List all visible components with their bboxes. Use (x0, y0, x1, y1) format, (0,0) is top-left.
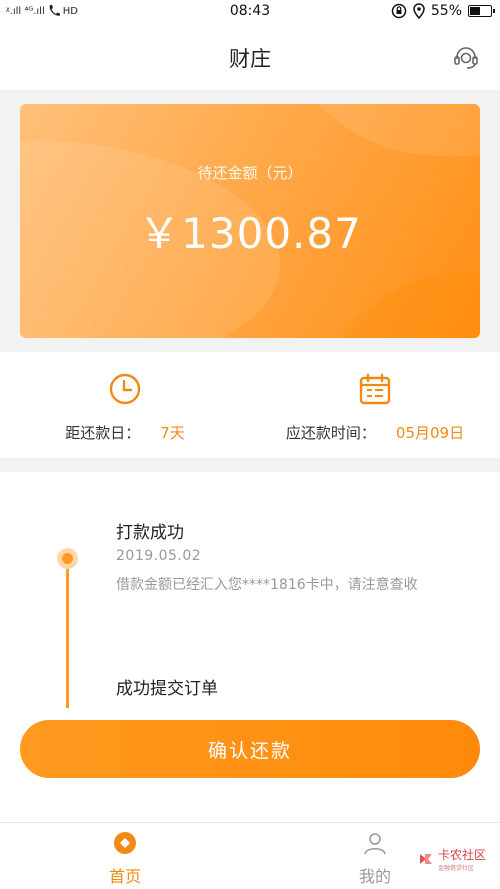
calendar-icon (359, 373, 391, 405)
customer-service-icon[interactable] (452, 44, 480, 72)
watermark-sub: 金融借贷社区 (437, 865, 474, 872)
location-icon (413, 3, 425, 19)
battery-icon (468, 5, 495, 17)
nav-bar: 财庄 (0, 26, 500, 90)
step-1-title: 打款成功 (116, 523, 184, 543)
days-remaining: 距还款日： 7天 (0, 352, 250, 458)
date-label: 应还款时间： (285, 424, 376, 442)
battery-percent: 55% (430, 3, 462, 19)
due-date: 应还款时间： 05月09日 (250, 352, 500, 458)
status-right: 55% (391, 3, 495, 19)
tab-home[interactable]: 首页 (0, 823, 250, 889)
amount-card: 待还金额（元） ￥1300.87 (20, 104, 480, 338)
step-1-date: 2019.05.02 (116, 548, 202, 564)
date-value: 05月09日 (395, 424, 465, 442)
watermark-title: 卡农社区 (437, 848, 486, 862)
confirm-repayment-button[interactable]: 确认还款 (20, 720, 480, 778)
rotation-lock-icon (391, 3, 407, 19)
status-bar: ᵡ.ıll ⁴ᴳ.ıll HD 08:43 55% (0, 0, 500, 26)
clock-icon (109, 373, 141, 405)
person-icon (364, 833, 386, 855)
amount-section: 待还金额（元） ￥1300.87 (0, 90, 500, 352)
step-1-desc: 借款金额已经汇入您****1816卡中，请注意查收 (116, 577, 418, 593)
days-line: 距还款日： 7天 (0, 422, 250, 443)
timeline-active-dot (57, 548, 78, 569)
days-value: 7天 (160, 424, 185, 442)
days-label: 距还款日： (65, 424, 141, 442)
timeline-line (66, 558, 69, 708)
home-diamond-icon (114, 832, 136, 854)
tab-home-label: 首页 (108, 867, 141, 886)
page-title: 财庄 (229, 47, 271, 71)
amount-value: ￥1300.87 (138, 209, 362, 258)
date-line: 应还款时间： 05月09日 (250, 422, 500, 443)
due-info-panel: 距还款日： 7天 应还款时间： 05月09日 (0, 352, 500, 458)
watermark: 卡农社区 金融借贷社区 (418, 846, 486, 872)
amount-label: 待还金额（元） (197, 164, 303, 182)
step-2-title: 成功提交订单 (116, 679, 218, 699)
watermark-text: 卡农社区 金融借贷社区 (438, 846, 486, 872)
watermark-logo-icon (419, 854, 432, 864)
